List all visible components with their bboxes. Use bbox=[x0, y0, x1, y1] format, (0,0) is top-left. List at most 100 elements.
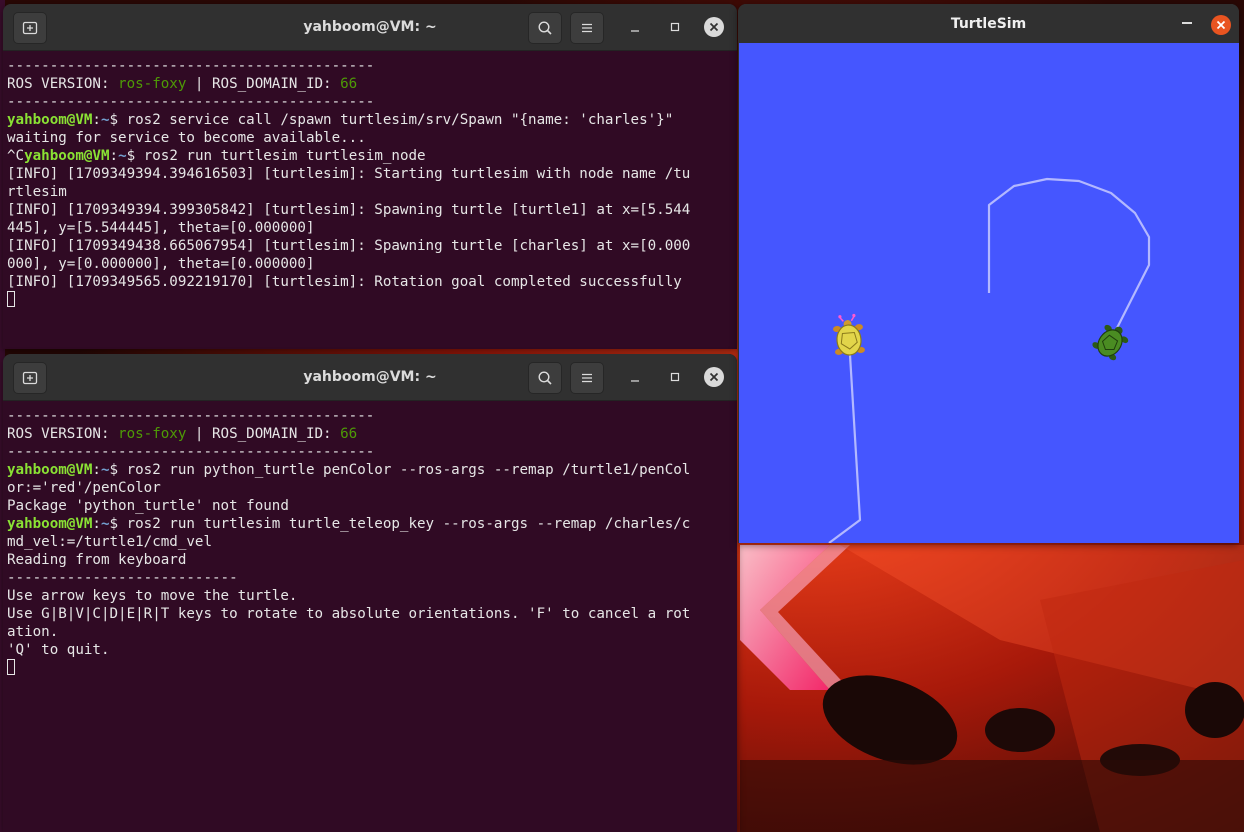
terminal-prompt-line[interactable] bbox=[7, 659, 737, 677]
terminal-text: ^C bbox=[7, 148, 25, 164]
terminal-text: ROS VERSION: bbox=[7, 426, 119, 442]
close-icon bbox=[709, 22, 719, 32]
terminal-line: waiting for service to become available.… bbox=[7, 129, 737, 147]
turtlesim-canvas bbox=[739, 43, 1239, 543]
terminal-text: : bbox=[109, 148, 119, 164]
turtlesim-titlebar[interactable]: TurtleSim bbox=[738, 4, 1239, 42]
terminal-line: [INFO] [1709349565.092219170] [turtlesim… bbox=[7, 273, 737, 291]
terminal-titlebar[interactable]: yahboom@VM: ~ bbox=[3, 4, 737, 51]
terminal-text: yahboom@VM bbox=[7, 462, 93, 478]
terminal-titlebar[interactable]: yahboom@VM: ~ bbox=[3, 354, 737, 401]
maximize-icon bbox=[670, 22, 680, 32]
terminal-line: ----------------------------------------… bbox=[7, 443, 737, 461]
text-cursor bbox=[7, 291, 15, 307]
terminal-text: [INFO] [1709349394.394616503] [turtlesim… bbox=[7, 166, 691, 182]
terminal-output[interactable]: ----------------------------------------… bbox=[3, 51, 737, 349]
minimize-button[interactable] bbox=[625, 17, 645, 37]
search-button[interactable] bbox=[528, 12, 562, 44]
terminal-text: ----------------------------------------… bbox=[7, 444, 375, 460]
menu-button[interactable] bbox=[570, 362, 604, 394]
maximize-icon bbox=[670, 372, 680, 382]
terminal-line: ROS VERSION: ros-foxy | ROS_DOMAIN_ID: 6… bbox=[7, 75, 737, 93]
hamburger-menu-icon bbox=[582, 373, 592, 383]
terminal-line: 000], y=[0.000000], theta=[0.000000] bbox=[7, 255, 737, 273]
terminal-line: ^Cyahboom@VM:~$ ros2 run turtlesim turtl… bbox=[7, 147, 737, 165]
close-icon bbox=[709, 372, 719, 382]
terminal-text: ----------------------------------------… bbox=[7, 58, 375, 74]
search-icon bbox=[538, 371, 552, 385]
terminal-line: 'Q' to quit. bbox=[7, 641, 737, 659]
search-button[interactable] bbox=[528, 362, 562, 394]
terminal-text: | ROS_DOMAIN_ID: bbox=[186, 426, 341, 442]
close-icon bbox=[1216, 20, 1226, 30]
terminal-text: ~ bbox=[100, 462, 110, 478]
terminal-line: yahboom@VM:~$ ros2 run python_turtle pen… bbox=[7, 461, 737, 479]
terminal-text: rtlesim bbox=[7, 184, 67, 200]
pen-trail-turtle1 bbox=[987, 177, 1151, 329]
terminal-text: $ ros2 run python_turtle penColor --ros-… bbox=[109, 462, 691, 478]
terminal-line: Package 'python_turtle' not found bbox=[7, 497, 737, 515]
terminal-text: ROS VERSION: bbox=[7, 76, 119, 92]
hamburger-menu-icon bbox=[582, 23, 592, 33]
minimize-icon[interactable] bbox=[1182, 22, 1192, 24]
terminal-line: Use arrow keys to move the turtle. bbox=[7, 587, 737, 605]
terminal-line: ation. bbox=[7, 623, 737, 641]
terminal-line: [INFO] [1709349394.394616503] [turtlesim… bbox=[7, 165, 737, 183]
terminal-text: 66 bbox=[340, 426, 358, 442]
close-button[interactable] bbox=[704, 367, 724, 387]
terminal-window-bottom[interactable]: yahboom@VM: ~ --------------------------… bbox=[3, 354, 737, 832]
minimize-icon bbox=[631, 380, 639, 382]
pen-trail-charles bbox=[828, 354, 862, 543]
maximize-button[interactable] bbox=[665, 367, 685, 387]
terminal-line: md_vel:=/turtle1/cmd_vel bbox=[7, 533, 737, 551]
terminal-line: yahboom@VM:~$ ros2 run turtlesim turtle_… bbox=[7, 515, 737, 533]
turtle-turtle1 bbox=[1092, 324, 1129, 361]
terminal-line: Reading from keyboard bbox=[7, 551, 737, 569]
terminal-text: : bbox=[92, 516, 101, 532]
terminal-text: 'Q' to quit. bbox=[7, 642, 110, 658]
search-icon bbox=[538, 21, 552, 35]
terminal-text: $ ros2 run turtlesim turtle_teleop_key -… bbox=[109, 516, 691, 532]
terminal-output[interactable]: ----------------------------------------… bbox=[3, 401, 737, 832]
close-button[interactable] bbox=[704, 17, 724, 37]
terminal-text: Use arrow keys to move the turtle. bbox=[7, 588, 298, 604]
terminal-text: Package 'python_turtle' not found bbox=[7, 498, 289, 514]
minimize-icon bbox=[631, 30, 639, 32]
terminal-text: yahboom@VM bbox=[24, 148, 110, 164]
terminal-window-top[interactable]: yahboom@VM: ~ --------------------------… bbox=[3, 4, 737, 349]
terminal-line: [INFO] [1709349394.399305842] [turtlesim… bbox=[7, 201, 737, 219]
terminal-text: $ ros2 service call /spawn turtlesim/srv… bbox=[109, 112, 674, 128]
terminal-line: rtlesim bbox=[7, 183, 737, 201]
turtlesim-title: TurtleSim bbox=[950, 16, 1027, 32]
terminal-line: yahboom@VM:~$ ros2 service call /spawn t… bbox=[7, 111, 737, 129]
terminal-line: ----------------------------------------… bbox=[7, 93, 737, 111]
terminal-text: ros-foxy bbox=[118, 76, 187, 92]
minimize-button[interactable] bbox=[625, 367, 645, 387]
terminal-text: ation. bbox=[7, 624, 59, 640]
terminal-prompt-line[interactable] bbox=[7, 291, 737, 309]
turtlesim-window[interactable]: TurtleSim bbox=[738, 4, 1239, 543]
terminal-line: ----------------------------------------… bbox=[7, 407, 737, 425]
close-button[interactable] bbox=[1211, 15, 1231, 35]
menu-button[interactable] bbox=[570, 12, 604, 44]
terminal-text: Use G|B|V|C|D|E|R|T keys to rotate to ab… bbox=[7, 606, 691, 622]
terminal-text: --------------------------- bbox=[7, 570, 238, 586]
terminal-line: ----------------------------------------… bbox=[7, 57, 737, 75]
terminal-text: : bbox=[92, 462, 101, 478]
terminal-text: [INFO] [1709349565.092219170] [turtlesim… bbox=[7, 274, 682, 290]
terminal-text: 000], y=[0.000000], theta=[0.000000] bbox=[7, 256, 315, 272]
terminal-text: ros-foxy bbox=[118, 426, 187, 442]
terminal-text: Reading from keyboard bbox=[7, 552, 187, 568]
terminal-text: waiting for service to become available.… bbox=[7, 130, 366, 146]
terminal-text: | ROS_DOMAIN_ID: bbox=[186, 76, 341, 92]
maximize-button[interactable] bbox=[665, 17, 685, 37]
turtle-charles bbox=[833, 313, 865, 356]
terminal-line: 445], y=[5.544445], theta=[0.000000] bbox=[7, 219, 737, 237]
terminal-text: ----------------------------------------… bbox=[7, 94, 375, 110]
terminal-text: [INFO] [1709349394.399305842] [turtlesim… bbox=[7, 202, 691, 218]
terminal-line: or:='red'/penColor bbox=[7, 479, 737, 497]
terminal-line: --------------------------- bbox=[7, 569, 737, 587]
terminal-text: md_vel:=/turtle1/cmd_vel bbox=[7, 534, 212, 550]
terminal-text: 445], y=[5.544445], theta=[0.000000] bbox=[7, 220, 315, 236]
terminal-text: or:='red'/penColor bbox=[7, 480, 161, 496]
